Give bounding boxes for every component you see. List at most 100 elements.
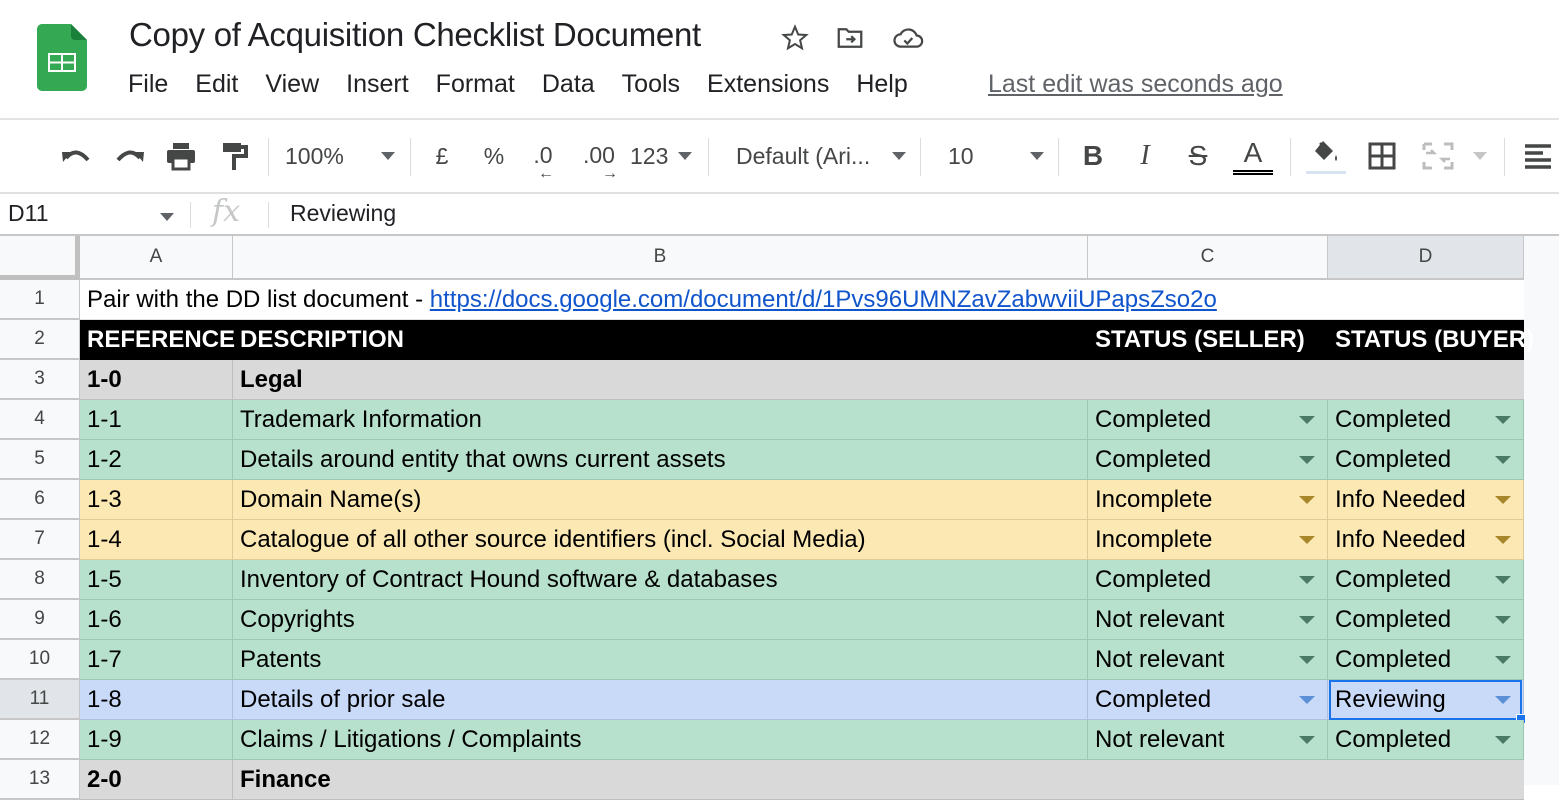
menu-extensions[interactable]: Extensions <box>707 70 829 99</box>
reference-cell[interactable]: 1-2 <box>80 440 233 480</box>
formula-input[interactable]: Reviewing <box>290 200 396 227</box>
last-edit-link[interactable]: Last edit was seconds ago <box>988 70 1283 99</box>
reference-cell[interactable]: 1-5 <box>80 560 233 600</box>
format-percent-button[interactable]: % <box>480 120 508 192</box>
format-currency-button[interactable]: £ <box>428 120 456 192</box>
dropdown-arrow-icon[interactable] <box>1495 496 1511 504</box>
buyer-status-dropdown[interactable]: Completed <box>1328 600 1524 640</box>
italic-button[interactable]: I <box>1130 120 1160 192</box>
seller-status-dropdown[interactable]: Incomplete <box>1088 520 1328 560</box>
reference-cell[interactable]: 1-8 <box>80 680 233 720</box>
note-cell[interactable]: Pair with the DD list document - https:/… <box>80 280 1524 320</box>
menu-file[interactable]: File <box>128 70 168 99</box>
undo-icon[interactable] <box>58 120 94 192</box>
strikethrough-button[interactable]: S <box>1183 120 1213 192</box>
bold-button[interactable]: B <box>1078 120 1108 192</box>
paint-format-icon[interactable] <box>218 120 252 192</box>
chevron-down-icon[interactable] <box>160 213 174 221</box>
dropdown-arrow-icon[interactable] <box>1495 456 1511 464</box>
row-header-4[interactable]: 4 <box>0 400 80 440</box>
row-header-3[interactable]: 3 <box>0 360 80 400</box>
cloud-saved-icon[interactable] <box>892 22 924 54</box>
dropdown-arrow-icon[interactable] <box>1495 656 1511 664</box>
dropdown-arrow-icon[interactable] <box>1299 736 1315 744</box>
dd-document-link[interactable]: https://docs.google.com/document/d/1Pvs9… <box>430 286 1217 314</box>
menu-help[interactable]: Help <box>856 70 907 99</box>
merge-cells-icon[interactable] <box>1420 120 1456 192</box>
dropdown-arrow-icon[interactable] <box>1299 416 1315 424</box>
description-cell[interactable]: Copyrights <box>233 600 1088 640</box>
section-reference[interactable]: 1-0 <box>80 360 233 400</box>
reference-cell[interactable]: 1-4 <box>80 520 233 560</box>
seller-status-dropdown[interactable]: Not relevant <box>1088 600 1328 640</box>
dropdown-arrow-icon[interactable] <box>1495 536 1511 544</box>
row-header-8[interactable]: 8 <box>0 560 80 600</box>
buyer-status-dropdown[interactable]: Info Needed <box>1328 520 1524 560</box>
redo-icon[interactable] <box>112 120 148 192</box>
dropdown-arrow-icon[interactable] <box>1299 656 1315 664</box>
reference-cell[interactable]: 1-6 <box>80 600 233 640</box>
row-header-9[interactable]: 9 <box>0 600 80 640</box>
section-empty-cell[interactable] <box>1328 760 1524 800</box>
section-title[interactable]: Finance <box>233 760 1088 800</box>
description-cell[interactable]: Details around entity that owns current … <box>233 440 1088 480</box>
seller-status-dropdown[interactable]: Completed <box>1088 400 1328 440</box>
buyer-status-dropdown[interactable]: Completed <box>1328 440 1524 480</box>
text-color-button[interactable]: A <box>1232 120 1274 192</box>
name-box[interactable]: D11 <box>8 200 49 227</box>
section-empty-cell[interactable] <box>1088 760 1328 800</box>
description-cell[interactable]: Catalogue of all other source identifier… <box>233 520 1088 560</box>
row-header-11[interactable]: 11 <box>0 680 80 720</box>
zoom-select[interactable]: 100% <box>285 120 395 192</box>
menu-view[interactable]: View <box>265 70 319 99</box>
seller-status-dropdown[interactable]: Not relevant <box>1088 640 1328 680</box>
fill-color-button[interactable] <box>1305 120 1347 192</box>
print-icon[interactable] <box>163 120 199 192</box>
dropdown-arrow-icon[interactable] <box>1495 736 1511 744</box>
seller-status-dropdown[interactable]: Incomplete <box>1088 480 1328 520</box>
menu-tools[interactable]: Tools <box>622 70 680 99</box>
seller-status-dropdown[interactable]: Completed <box>1088 440 1328 480</box>
buyer-status-dropdown[interactable]: Completed <box>1328 640 1524 680</box>
menu-format[interactable]: Format <box>436 70 515 99</box>
header-reference[interactable]: REFERENCE <box>80 320 235 360</box>
borders-icon[interactable] <box>1364 120 1400 192</box>
menu-edit[interactable]: Edit <box>195 70 238 99</box>
header-status-buyer[interactable]: STATUS (BUYER) <box>1328 320 1534 360</box>
star-icon[interactable] <box>779 22 811 54</box>
decrease-decimal-button[interactable]: .0 ← <box>526 120 560 192</box>
section-title[interactable]: Legal <box>233 360 1088 400</box>
dropdown-arrow-icon[interactable] <box>1495 696 1511 704</box>
buyer-status-dropdown[interactable]: Completed <box>1328 560 1524 600</box>
row-header-7[interactable]: 7 <box>0 520 80 560</box>
more-formats-select[interactable]: 123 <box>630 120 692 192</box>
font-family-select[interactable]: Default (Ari... <box>736 120 906 192</box>
select-all-corner[interactable] <box>0 236 80 280</box>
header-status-seller[interactable]: STATUS (SELLER) <box>1088 320 1328 360</box>
row-header-6[interactable]: 6 <box>0 480 80 520</box>
dropdown-arrow-icon[interactable] <box>1299 536 1315 544</box>
column-header-a[interactable]: A <box>80 236 233 280</box>
seller-status-dropdown[interactable]: Completed <box>1088 680 1328 720</box>
description-cell[interactable]: Claims / Litigations / Complaints <box>233 720 1088 760</box>
dropdown-arrow-icon[interactable] <box>1299 696 1315 704</box>
menu-data[interactable]: Data <box>542 70 595 99</box>
description-cell[interactable]: Patents <box>233 640 1088 680</box>
row-header-10[interactable]: 10 <box>0 640 80 680</box>
row-header-2[interactable]: 2 <box>0 320 80 360</box>
dropdown-arrow-icon[interactable] <box>1495 576 1511 584</box>
horizontal-align-icon[interactable] <box>1520 120 1556 192</box>
reference-cell[interactable]: 1-3 <box>80 480 233 520</box>
menu-insert[interactable]: Insert <box>346 70 409 99</box>
seller-status-dropdown[interactable]: Not relevant <box>1088 720 1328 760</box>
reference-cell[interactable]: 1-7 <box>80 640 233 680</box>
row-header-13[interactable]: 13 <box>0 760 80 800</box>
description-cell[interactable]: Inventory of Contract Hound software & d… <box>233 560 1088 600</box>
row-header-1[interactable]: 1 <box>0 280 80 320</box>
column-header-b[interactable]: B <box>233 236 1088 280</box>
document-title[interactable]: Copy of Acquisition Checklist Document <box>129 16 701 54</box>
reference-cell[interactable]: 1-1 <box>80 400 233 440</box>
dropdown-arrow-icon[interactable] <box>1299 456 1315 464</box>
buyer-status-dropdown[interactable]: Info Needed <box>1328 480 1524 520</box>
section-empty-cell[interactable] <box>1328 360 1524 400</box>
